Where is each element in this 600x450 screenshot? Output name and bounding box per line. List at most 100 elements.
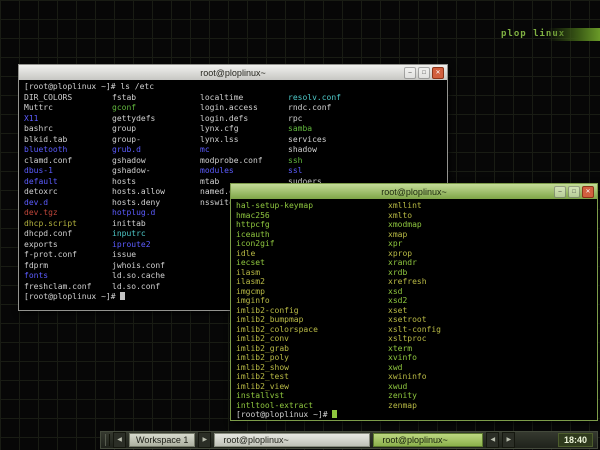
file-entry: clamd.conf [24, 156, 112, 167]
bin-entry: ilasm [236, 268, 388, 278]
listing-column-2: fstabgconfgettydefsgroupgroup-grub.dgsha… [112, 93, 200, 293]
bin-entry: xmlto [388, 211, 441, 221]
file-entry: fstab [112, 93, 200, 104]
workspace-prev-button[interactable]: ◀ [113, 432, 126, 448]
taskbar: ◀ Workspace 1 ▶ root@ploplinux~ root@plo… [100, 431, 598, 449]
terminal-window-bin: root@ploplinux~ – □ ✕ hal-setup-keymaphm… [230, 183, 598, 421]
file-entry: group [112, 124, 200, 135]
bin-entry: hmac256 [236, 211, 388, 221]
file-entry: ld.so.cache [112, 271, 200, 282]
file-entry: gettydefs [112, 114, 200, 125]
bin-entry: imlib2_poly [236, 353, 388, 363]
file-entry: ld.so.conf [112, 282, 200, 293]
bin-entry: xrefresh [388, 277, 441, 287]
file-entry: login.defs [200, 114, 288, 125]
file-entry: rpc [288, 114, 341, 125]
titlebar-etc[interactable]: root@ploplinux~ – □ ✕ [19, 65, 447, 81]
file-entry: ssh [288, 156, 341, 167]
bin-entry: xterm [388, 344, 441, 354]
close-icon[interactable]: ✕ [582, 186, 594, 198]
minimize-icon[interactable]: – [554, 186, 566, 198]
file-entry: hotplug.d [112, 208, 200, 219]
window-title: root@ploplinux~ [19, 68, 447, 78]
bin-entry: hal-setup-keymap [236, 201, 388, 211]
arrow-left-icon: ◀ [491, 437, 496, 443]
file-entry: DIR_COLORS [24, 93, 112, 104]
minimize-icon[interactable]: – [404, 67, 416, 79]
bin-entry: xwud [388, 382, 441, 392]
bin-entry: httpcfg [236, 220, 388, 230]
file-entry: detoxrc [24, 187, 112, 198]
file-entry: services [288, 135, 341, 146]
file-entry: inittab [112, 219, 200, 230]
bin-entry: xsltproc [388, 334, 441, 344]
file-entry: lynx.lss [200, 135, 288, 146]
file-entry: dhcp.script [24, 219, 112, 230]
bin-entry: imlib2_grab [236, 344, 388, 354]
titlebar-bin[interactable]: root@ploplinux~ – □ ✕ [231, 184, 597, 200]
close-icon[interactable]: ✕ [432, 67, 444, 79]
task-button-terminal-etc[interactable]: root@ploplinux~ [214, 433, 370, 447]
file-entry: X11 [24, 114, 112, 125]
command-line: [root@ploplinux ~]# ls /etc [24, 82, 447, 93]
task-button-terminal-bin[interactable]: root@ploplinux~ [373, 433, 483, 447]
bin-entry: iceauth [236, 230, 388, 240]
bin-entry: xrandr [388, 258, 441, 268]
file-entry: fdprm [24, 261, 112, 272]
workspace-switcher[interactable]: Workspace 1 [129, 433, 195, 447]
file-entry: iproute2 [112, 240, 200, 251]
workspace-next-button[interactable]: ▶ [198, 432, 211, 448]
bin-entry: imlib2_show [236, 363, 388, 373]
cursor-block [120, 292, 125, 300]
file-entry: jwhois.conf [112, 261, 200, 272]
maximize-icon[interactable]: □ [418, 67, 430, 79]
clock: 18:40 [558, 433, 593, 447]
file-entry: shadow [288, 145, 341, 156]
file-entry: mc [200, 145, 288, 156]
bin-entry: xvinfo [388, 353, 441, 363]
bin-entry: zenmap [388, 401, 441, 411]
arrow-right-icon: ▶ [507, 437, 512, 443]
terminal-output-bin[interactable]: hal-setup-keymaphmac256httpcfgiceauthico… [231, 199, 597, 420]
bin-entry: xrdb [388, 268, 441, 278]
file-entry: localtime [200, 93, 288, 104]
file-entry: Muttrc [24, 103, 112, 114]
file-entry: gshadow [112, 156, 200, 167]
file-entry: fonts [24, 271, 112, 282]
bin-entry: xsetroot [388, 315, 441, 325]
file-entry: samba [288, 124, 341, 135]
bin-entry: imgcmp [236, 287, 388, 297]
tasklist-prev-button[interactable]: ◀ [486, 432, 499, 448]
bin-entry: idle [236, 249, 388, 259]
bin-entry: xsd2 [388, 296, 441, 306]
bin-entry: xpr [388, 239, 441, 249]
bin-entry: installvst [236, 391, 388, 401]
panel-grip[interactable] [105, 434, 110, 446]
bin-entry: imlib2_view [236, 382, 388, 392]
file-entry: f-prot.conf [24, 250, 112, 261]
file-entry: dev.tgz [24, 208, 112, 219]
arrow-right-icon: ▶ [203, 437, 208, 443]
bin-entry: imlib2-config [236, 306, 388, 316]
listing-column-1: DIR_COLORSMuttrcX11bashrcblkid.tabblueto… [24, 93, 112, 293]
bin-entry: xmllint [388, 201, 441, 211]
listing-column-1: hal-setup-keymaphmac256httpcfgiceauthico… [236, 201, 388, 410]
bin-entry: xmodmap [388, 220, 441, 230]
bin-entry: imlib2_conv [236, 334, 388, 344]
maximize-icon[interactable]: □ [568, 186, 580, 198]
file-entry: rndc.conf [288, 103, 341, 114]
file-entry: default [24, 177, 112, 188]
file-entry: bashrc [24, 124, 112, 135]
file-entry: hosts [112, 177, 200, 188]
bin-entry: xwininfo [388, 372, 441, 382]
bin-entry: icon2gif [236, 239, 388, 249]
bin-entry: xslt-config [388, 325, 441, 335]
file-entry: issue [112, 250, 200, 261]
bin-entry: xprop [388, 249, 441, 259]
file-entry: dbus-1 [24, 166, 112, 177]
bin-entry: iecset [236, 258, 388, 268]
cursor-block [332, 410, 337, 418]
tasklist-next-button[interactable]: ▶ [502, 432, 515, 448]
file-entry: group- [112, 135, 200, 146]
file-entry: bluetooth [24, 145, 112, 156]
